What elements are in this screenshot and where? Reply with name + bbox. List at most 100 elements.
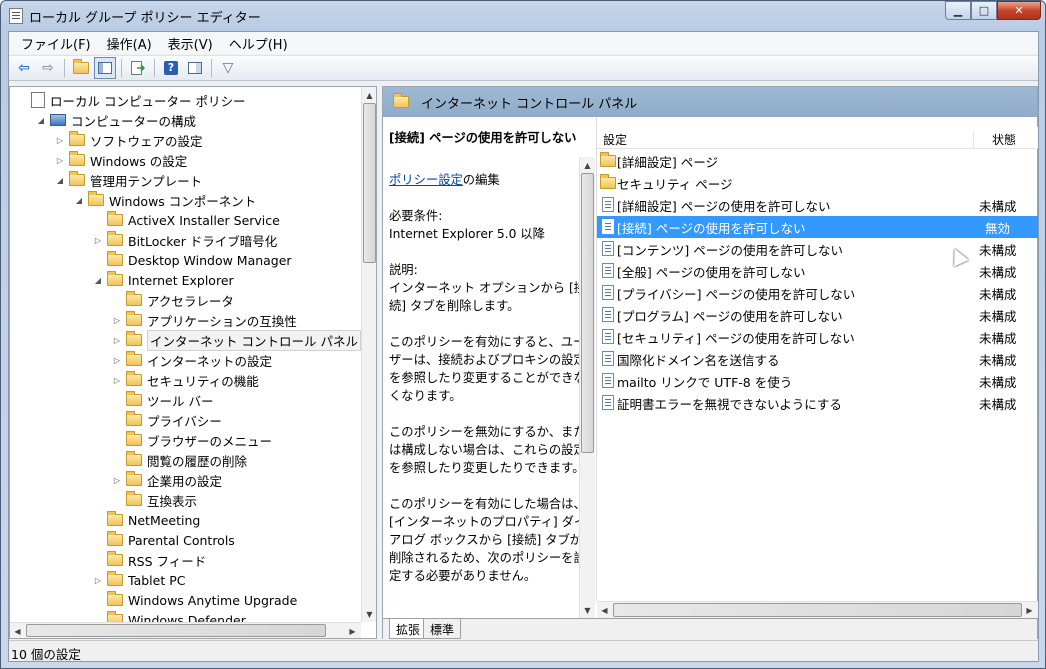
setting-state: 未構成 <box>979 352 1017 368</box>
tab-standard[interactable]: 標準 <box>423 619 462 639</box>
tree-node[interactable]: ▷ Tablet PC <box>92 570 185 590</box>
expanded-arrow-icon[interactable]: ◢ <box>35 116 47 125</box>
list-item[interactable]: [接続] ページの使用を許可しない 無効 <box>597 216 1038 238</box>
scroll-up-arrow-icon[interactable]: ▲ <box>580 157 595 173</box>
collapsed-arrow-icon[interactable]: ▷ <box>92 236 104 245</box>
description-scrollbar[interactable]: ▲ ▼ <box>579 157 595 618</box>
tree-node[interactable]: ▷ アプリケーションの互換性 <box>111 310 297 330</box>
column-setting[interactable]: 設定 <box>603 131 627 148</box>
tree-node[interactable]: ▷ 企業用の設定 <box>111 470 222 490</box>
forward-arrow-icon[interactable]: ⇨ <box>37 57 59 79</box>
tree-node[interactable]: Windows Anytime Upgrade <box>92 590 297 610</box>
tree-node-label: Parental Controls <box>128 532 235 548</box>
tree-node-label: Internet Explorer <box>128 272 234 288</box>
scroll-up-arrow-icon[interactable]: ▲ <box>362 87 377 103</box>
filter-icon[interactable]: ▽ <box>217 57 239 79</box>
list-item[interactable]: mailto リンクで UTF-8 を使う 未構成 <box>597 370 1038 392</box>
collapsed-arrow-icon[interactable]: ▷ <box>111 316 123 325</box>
tree-node[interactable]: ActiveX Installer Service <box>92 210 280 230</box>
details-header: インターネット コントロール パネル <box>383 87 1037 117</box>
back-arrow-icon[interactable]: ⇦ <box>13 57 35 79</box>
tree-node[interactable]: NetMeeting <box>92 510 200 530</box>
menu-view[interactable]: 表示(V) <box>160 32 221 55</box>
setting-name: [プログラム] ページの使用を許可しない <box>617 308 843 324</box>
toolbar-separator <box>211 59 212 77</box>
list-item[interactable]: [詳細設定] ページ <box>597 150 1038 172</box>
list-item[interactable]: 国際化ドメイン名を送信する 未構成 <box>597 348 1038 370</box>
properties-view-icon[interactable] <box>184 57 206 79</box>
maximize-button[interactable]: □ <box>971 1 997 20</box>
title-bar[interactable]: ローカル グループ ポリシー エディター ▁ □ ✕ <box>1 1 1045 31</box>
list-item[interactable]: [プライバシー] ページの使用を許可しない 未構成 <box>597 282 1038 304</box>
tree-node[interactable]: RSS フィード <box>92 550 206 570</box>
tree-node[interactable]: 互換表示 <box>111 490 197 510</box>
tree-node[interactable]: Desktop Window Manager <box>92 250 292 270</box>
tree-node[interactable]: アクセラレータ <box>111 290 234 310</box>
scroll-thumb[interactable] <box>26 624 326 637</box>
list-item[interactable]: [コンテンツ] ページの使用を許可しない 未構成 <box>597 238 1038 260</box>
show-hide-tree-icon[interactable] <box>94 57 116 79</box>
up-folder-icon[interactable] <box>70 57 92 79</box>
tree-node[interactable]: ブラウザーのメニュー <box>111 430 272 450</box>
collapsed-arrow-icon[interactable]: ▷ <box>54 156 66 165</box>
tree-node[interactable]: ◢ Internet Explorer <box>92 270 234 290</box>
list-item[interactable]: 証明書エラーを無視できないようにする 未構成 <box>597 392 1038 414</box>
tree-node[interactable]: Parental Controls <box>92 530 235 550</box>
tree-node[interactable]: ローカル コンピューター ポリシー <box>16 90 245 110</box>
scroll-left-arrow-icon[interactable]: ◀ <box>10 623 25 639</box>
menu-file[interactable]: ファイル(F) <box>13 32 99 55</box>
scroll-right-arrow-icon[interactable]: ▶ <box>345 623 360 639</box>
menu-action[interactable]: 操作(A) <box>99 32 160 55</box>
tree-node[interactable]: ◢ Windows コンポーネント <box>73 190 256 210</box>
minimize-button[interactable]: ▁ <box>945 1 971 20</box>
edit-policy-link[interactable]: ポリシー設定 <box>389 173 463 187</box>
tree-node[interactable]: ▷ Windows の設定 <box>54 150 187 170</box>
tree-node-label: Windows コンポーネント <box>109 193 257 209</box>
tree-node-label: ActiveX Installer Service <box>128 212 280 228</box>
tree-node-label: BitLocker ドライブ暗号化 <box>128 233 278 249</box>
tree-node[interactable]: ▷ インターネット コントロール パネル <box>111 329 361 351</box>
collapsed-arrow-icon[interactable]: ▷ <box>111 336 123 345</box>
tree-horizontal-scrollbar[interactable]: ◀ ▶ <box>10 622 361 638</box>
scroll-down-arrow-icon[interactable]: ▼ <box>580 602 595 618</box>
tree-node[interactable]: ◢ 管理用テンプレート <box>54 170 202 190</box>
list-item[interactable]: [全般] ページの使用を許可しない 未構成 <box>597 260 1038 282</box>
collapsed-arrow-icon[interactable]: ▷ <box>111 476 123 485</box>
policy-setting-icon <box>602 219 614 234</box>
menu-help[interactable]: ヘルプ(H) <box>221 32 296 55</box>
list-horizontal-scrollbar[interactable]: ◀ ▶ <box>597 601 1038 618</box>
tree-vertical-scrollbar[interactable]: ▲ ▼ <box>361 87 376 622</box>
list-item[interactable]: セキュリティ ページ <box>597 172 1038 194</box>
scroll-thumb[interactable] <box>581 173 594 453</box>
tree-node[interactable]: ▷ インターネットの設定 <box>111 350 272 370</box>
tree-node[interactable]: ▷ BitLocker ドライブ暗号化 <box>92 230 277 250</box>
collapsed-arrow-icon[interactable]: ▷ <box>92 576 104 585</box>
tree-node[interactable]: プライバシー <box>111 410 222 430</box>
list-item[interactable]: [セキュリティ] ページの使用を許可しない 未構成 <box>597 326 1038 348</box>
tree-node[interactable]: ツール バー <box>111 390 213 410</box>
expanded-arrow-icon[interactable]: ◢ <box>92 276 104 285</box>
tab-extended[interactable]: 拡張 <box>389 619 428 639</box>
expanded-arrow-icon[interactable]: ◢ <box>54 176 66 185</box>
help-icon[interactable]: ? <box>160 57 182 79</box>
list-item[interactable]: [詳細設定] ページの使用を許可しない 未構成 <box>597 194 1038 216</box>
collapsed-arrow-icon[interactable]: ▷ <box>111 356 123 365</box>
tree-node[interactable]: ◢ コンピューターの構成 <box>35 110 196 130</box>
tree-node[interactable]: 閲覧の履歴の削除 <box>111 450 247 470</box>
setting-name: [プライバシー] ページの使用を許可しない <box>617 286 856 302</box>
scroll-thumb[interactable] <box>613 603 1022 617</box>
collapsed-arrow-icon[interactable]: ▷ <box>111 376 123 385</box>
close-button[interactable]: ✕ <box>997 1 1041 20</box>
column-state[interactable]: 状態 <box>973 131 1038 148</box>
scroll-down-arrow-icon[interactable]: ▼ <box>362 606 377 622</box>
scroll-right-arrow-icon[interactable]: ▶ <box>1022 602 1037 618</box>
export-list-icon[interactable] <box>127 57 149 79</box>
tree-node[interactable]: ▷ セキュリティの機能 <box>111 370 259 390</box>
scroll-thumb[interactable] <box>363 103 376 263</box>
tree-node[interactable]: Windows Defender <box>92 610 246 622</box>
scroll-left-arrow-icon[interactable]: ◀ <box>597 602 612 618</box>
list-item[interactable]: [プログラム] ページの使用を許可しない 未構成 <box>597 304 1038 326</box>
collapsed-arrow-icon[interactable]: ▷ <box>54 136 66 145</box>
tree-node[interactable]: ▷ ソフトウェアの設定 <box>54 130 203 150</box>
expanded-arrow-icon[interactable]: ◢ <box>73 196 85 205</box>
